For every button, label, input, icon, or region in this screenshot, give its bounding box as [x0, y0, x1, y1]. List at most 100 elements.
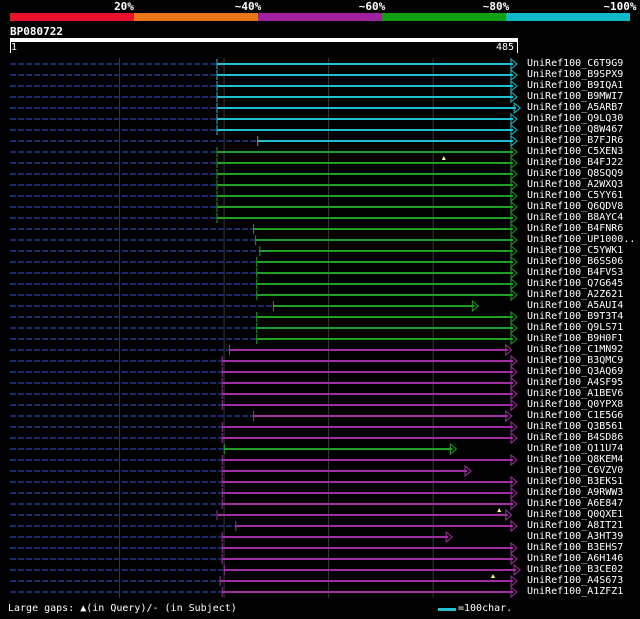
hit-row[interactable] — [10, 288, 518, 302]
hit-label[interactable]: UniRef100_B4FNR6 — [527, 223, 623, 234]
gap-marker-icon — [441, 156, 446, 160]
hit-label[interactable]: UniRef100_A5ARB7 — [527, 102, 623, 113]
hit-label[interactable]: UniRef100_A1BEV6 — [527, 388, 623, 399]
hit-label[interactable]: UniRef100_B9T3T4 — [527, 311, 623, 322]
hit-row[interactable] — [10, 112, 518, 126]
hit-row[interactable] — [10, 332, 518, 346]
gap-marker-icon — [497, 508, 502, 512]
hit-row[interactable] — [10, 519, 518, 533]
hit-label[interactable]: UniRef100_A6H146 — [527, 553, 623, 564]
hit-row[interactable] — [10, 156, 518, 170]
hit-label[interactable]: UniRef100_A2WXQ3 — [527, 179, 623, 190]
hit-row[interactable] — [10, 585, 518, 599]
hit-label[interactable]: UniRef100_B4FJ22 — [527, 157, 623, 168]
hit-row[interactable] — [10, 255, 518, 269]
hit-label[interactable]: UniRef100_A5AUI4 — [527, 300, 623, 311]
hit-label[interactable]: UniRef100_Q3AQ69 — [527, 366, 623, 377]
hit-label[interactable]: UniRef100_B3EHS7 — [527, 542, 623, 553]
hit-label[interactable]: UniRef100_B4FVS3 — [527, 267, 623, 278]
hit-label[interactable]: UniRef100_UP1000.. — [527, 234, 635, 245]
hit-row[interactable] — [10, 145, 518, 159]
hit-label[interactable]: UniRef100_A2Z621 — [527, 289, 623, 300]
hit-label[interactable]: UniRef100_B3EKS1 — [527, 476, 623, 487]
hit-row[interactable] — [10, 552, 518, 566]
hit-row[interactable] — [10, 277, 518, 291]
hit-row[interactable] — [10, 222, 518, 236]
hit-row[interactable] — [10, 420, 518, 434]
hit-row[interactable] — [10, 574, 518, 588]
hit-label[interactable]: UniRef100_A4SF95 — [527, 377, 623, 388]
hit-row[interactable] — [10, 90, 518, 104]
hit-row[interactable] — [10, 541, 518, 555]
hit-label[interactable]: UniRef100_Q3B561 — [527, 421, 623, 432]
hit-row[interactable] — [10, 508, 513, 522]
hit-label[interactable]: UniRef100_Q9LS71 — [527, 322, 623, 333]
hit-row[interactable] — [10, 409, 513, 423]
hit-label[interactable]: UniRef100_B9IQA1 — [527, 80, 623, 91]
hit-label[interactable]: UniRef100_Q11U74 — [527, 443, 623, 454]
hit-label[interactable]: UniRef100_B9SPX9 — [527, 69, 623, 80]
hit-label[interactable]: UniRef100_C6VZV0 — [527, 465, 623, 476]
hit-row[interactable] — [10, 266, 518, 280]
hit-row[interactable] — [10, 200, 518, 214]
hit-row[interactable] — [10, 398, 518, 412]
hit-label[interactable]: UniRef100_B7FJR6 — [527, 135, 623, 146]
hit-row[interactable] — [10, 453, 518, 467]
hit-row[interactable] — [10, 497, 518, 511]
hit-row[interactable] — [10, 486, 518, 500]
hit-label[interactable]: UniRef100_A4S673 — [527, 575, 623, 586]
hit-label[interactable]: UniRef100_A6E847 — [527, 498, 623, 509]
hit-row[interactable] — [10, 167, 518, 181]
hit-row[interactable] — [10, 101, 521, 115]
hit-label[interactable]: UniRef100_B9MWI7 — [527, 91, 623, 102]
hit-row[interactable] — [10, 442, 458, 456]
hit-label[interactable]: UniRef100_B6SS06 — [527, 256, 623, 267]
hit-label[interactable]: UniRef100_Q0QXE1 — [527, 509, 623, 520]
hit-row[interactable] — [10, 354, 518, 368]
hit-row[interactable] — [10, 343, 513, 357]
hit-row[interactable] — [10, 57, 518, 71]
hit-label[interactable]: UniRef100_B8AYC4 — [527, 212, 623, 223]
hit-row[interactable] — [10, 244, 518, 258]
hit-row[interactable] — [10, 299, 480, 313]
hit-label[interactable]: UniRef100_C5YY61 — [527, 190, 623, 201]
hit-row[interactable] — [10, 79, 518, 93]
hit-row[interactable] — [10, 211, 518, 225]
hit-label[interactable]: UniRef100_Q8KEM4 — [527, 454, 623, 465]
hit-label[interactable]: UniRef100_C1E5G6 — [527, 410, 623, 421]
hit-row[interactable] — [10, 475, 518, 489]
hit-row[interactable] — [10, 68, 518, 82]
hit-label[interactable]: UniRef100_Q8SQQ9 — [527, 168, 623, 179]
hit-label[interactable]: UniRef100_B4SD86 — [527, 432, 623, 443]
hit-label[interactable]: UniRef100_B3CE02 — [527, 564, 623, 575]
hit-row[interactable] — [10, 376, 518, 390]
hit-label[interactable]: UniRef100_Q8W467 — [527, 124, 623, 135]
hit-label[interactable]: UniRef100_B3QMC9 — [527, 355, 623, 366]
hit-row[interactable] — [10, 431, 518, 445]
hit-row[interactable] — [10, 189, 518, 203]
hit-label[interactable]: UniRef100_A9RWW3 — [527, 487, 623, 498]
hit-row[interactable] — [10, 233, 518, 247]
hit-row[interactable] — [10, 321, 518, 335]
hit-label[interactable]: UniRef100_C6T9G9 — [527, 58, 623, 69]
hit-row[interactable] — [10, 310, 518, 324]
hit-label[interactable]: UniRef100_Q6QDV8 — [527, 201, 623, 212]
hit-row[interactable] — [10, 365, 518, 379]
hit-label[interactable]: UniRef100_C5XEN3 — [527, 146, 623, 157]
hit-label[interactable]: UniRef100_Q7G645 — [527, 278, 623, 289]
hit-label[interactable]: UniRef100_B9H0F1 — [527, 333, 623, 344]
hit-label[interactable]: UniRef100_A8IT21 — [527, 520, 623, 531]
hit-row[interactable] — [10, 563, 521, 577]
hit-label[interactable]: UniRef100_Q0YPX8 — [527, 399, 623, 410]
hit-label[interactable]: UniRef100_Q9LQ30 — [527, 113, 623, 124]
hit-row[interactable] — [10, 123, 518, 137]
hit-row[interactable] — [10, 178, 518, 192]
hit-row[interactable] — [10, 387, 518, 401]
hit-label[interactable]: UniRef100_A3HT39 — [527, 531, 623, 542]
hit-row[interactable] — [10, 464, 472, 478]
hit-label[interactable]: UniRef100_C5YWK1 — [527, 245, 623, 256]
hit-row[interactable] — [10, 530, 453, 544]
hit-label[interactable]: UniRef100_A1ZFZ1 — [527, 586, 623, 597]
hit-label[interactable]: UniRef100_C1MN92 — [527, 344, 623, 355]
hit-row[interactable] — [10, 134, 518, 148]
